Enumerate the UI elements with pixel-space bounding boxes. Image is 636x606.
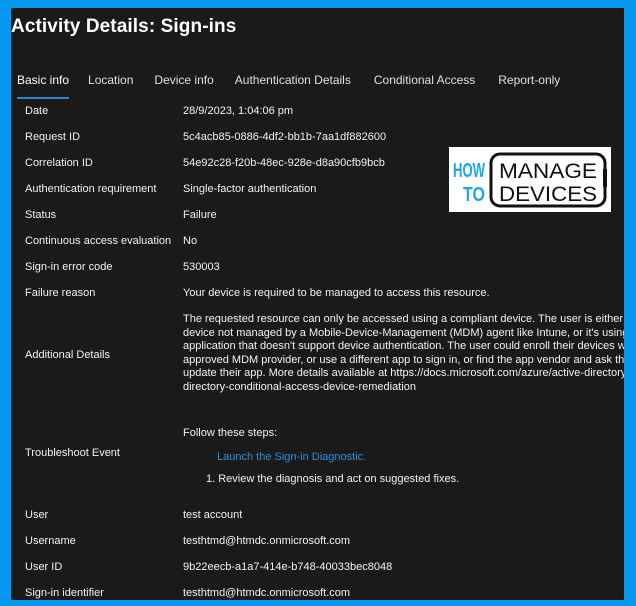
tab-basic-info[interactable]: Basic info [17, 73, 70, 99]
step-item: 1. Review the diagnosis and act on sugge… [206, 473, 460, 485]
details-line: directory-conditional-access-device-reme… [183, 380, 416, 393]
details-line: approved MDM provider, or use a differen… [183, 353, 624, 366]
tab-authentication-details[interactable]: Authentication Details [235, 73, 351, 99]
logo-manage-text: MANAGE [499, 160, 597, 183]
field-label: Continuous access evaluation [25, 235, 172, 247]
activity-details-panel: Activity Details: Sign-ins Basic info Lo… [11, 8, 624, 600]
launch-sign-in-diagnostic-link[interactable]: Launch the Sign-in Diagnostic. [217, 451, 366, 463]
tab-device-info[interactable]: Device info [154, 73, 213, 99]
field-additional-details: Additional Details The requested resourc… [25, 313, 624, 398]
field-label: Correlation ID [25, 157, 93, 169]
how-to-manage-devices-logo: HOW TO MANAGE DEVICES [449, 147, 611, 212]
field-value: Your device is required to be managed to… [183, 287, 490, 299]
field-label: Request ID [25, 131, 81, 143]
logo-graphic: HOW TO MANAGE DEVICES [453, 152, 607, 208]
logo-how-text: HOW [453, 160, 485, 182]
logo-phone-button [603, 169, 607, 187]
field-label: Status [25, 209, 57, 221]
field-value: 530003 [183, 261, 220, 273]
field-label: Username [25, 535, 76, 547]
field-label: Date [25, 105, 49, 117]
field-label: Sign-in identifier [25, 587, 104, 599]
field-value: 54e92c28-f20b-48ec-928e-d8a90cfb9bcb [183, 157, 385, 169]
tab-location[interactable]: Location [88, 73, 133, 99]
tab-bar: Basic info Location Device info Authenti… [17, 73, 582, 99]
field-value: 28/9/2023, 1:04:06 pm [183, 105, 294, 117]
field-label: Troubleshoot Event [25, 447, 120, 459]
field-label: Failure reason [25, 287, 96, 299]
logo-to-text: TO [463, 184, 485, 206]
additional-details-text: The requested resource can only be acces… [183, 313, 624, 395]
field-value: 9b22eecb-a1a7-414e-b748-40033bec8048 [183, 561, 393, 573]
details-line: The requested resource can only be acces… [183, 313, 624, 325]
user-link[interactable]: test account [183, 509, 242, 521]
tab-report-only[interactable]: Report-only [498, 73, 560, 99]
field-label: Additional Details [25, 349, 110, 361]
field-label: User [25, 509, 49, 521]
field-value: 5c4acb85-0886-4df2-bb1b-7aa1df882600 [183, 131, 387, 143]
details-line: device not managed by a Mobile-Device-Ma… [183, 326, 624, 339]
field-value: Single-factor authentication [183, 183, 317, 195]
field-label: Sign-in error code [25, 261, 113, 273]
field-value: testhtmd@htmdc.onmicrosoft.com [183, 535, 351, 547]
logo-devices-text: DEVICES [499, 183, 597, 206]
field-label: Authentication requirement [25, 183, 157, 195]
field-value: No [183, 235, 198, 247]
page-title: Activity Details: Sign-ins [11, 16, 237, 37]
field-label: User ID [25, 561, 63, 573]
field-troubleshoot-event: Troubleshoot Event Follow these steps: L… [25, 427, 624, 487]
status-value: Failure [183, 209, 217, 221]
steps-title: Follow these steps: [183, 427, 278, 439]
tab-conditional-access[interactable]: Conditional Access [374, 73, 475, 99]
field-value: testhtmd@htmdc.onmicrosoft.com [183, 587, 351, 599]
details-line: update their app. More details available… [183, 367, 624, 380]
details-line: application that doesn't support device … [183, 340, 624, 353]
